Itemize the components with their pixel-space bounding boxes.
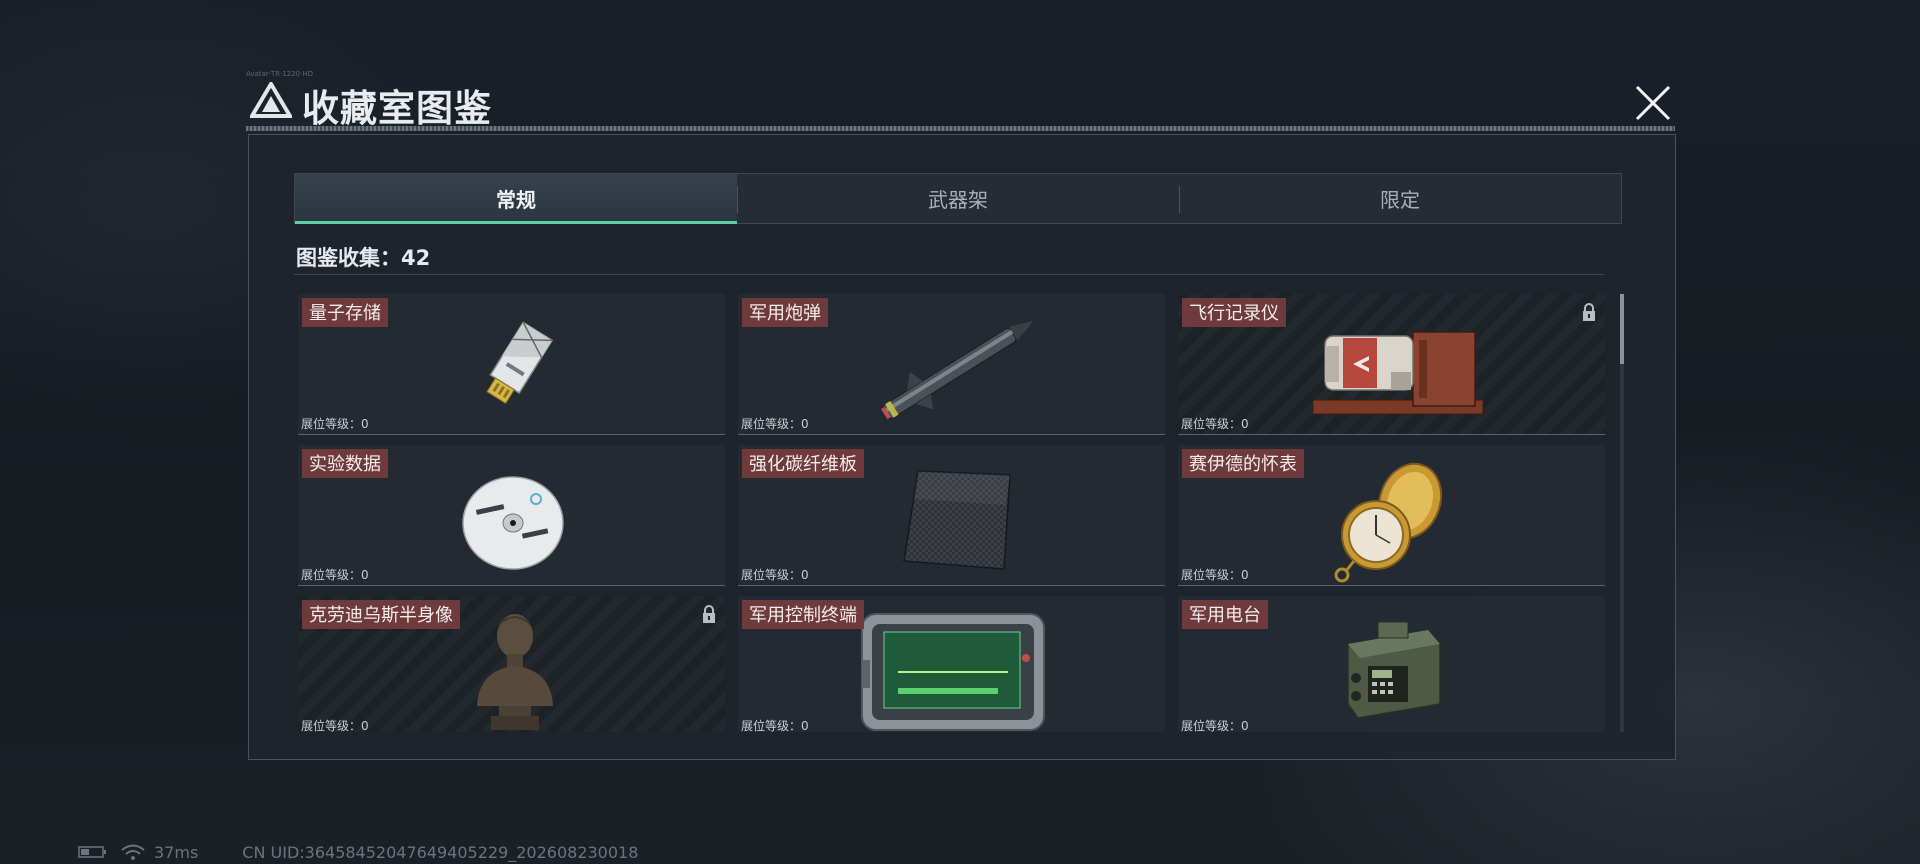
status-bar: 37ms CN UID:3645845204764940522​9_202608… <box>78 842 639 862</box>
item-card-saeed-pocket-watch[interactable]: 赛伊德的怀表 展位等级：0 <box>1178 445 1605 586</box>
item-name: 军用炮弹 <box>742 298 828 327</box>
delta-logo-icon <box>250 82 292 118</box>
tab-weapon-rack[interactable]: 武器架 <box>737 174 1179 223</box>
pocket-watch-icon <box>1334 462 1443 583</box>
close-icon <box>1635 85 1671 121</box>
ping-value: 37ms <box>154 842 199 862</box>
item-level: 展位等级：0 <box>301 568 369 582</box>
tab-regular[interactable]: 常规 <box>295 174 737 224</box>
item-card-claudius-bust[interactable]: 克劳迪乌斯半身像 展位等级：0 <box>298 596 725 732</box>
tab-regular-label: 常规 <box>496 188 536 212</box>
item-level: 展位等级：0 <box>741 568 809 582</box>
header-divider <box>246 126 1675 131</box>
item-level: 展位等级：0 <box>1181 417 1249 431</box>
tab-limited[interactable]: 限定 <box>1179 174 1621 223</box>
header-code: Avatar·TR·1220·HD <box>246 70 314 78</box>
collection-divider <box>294 274 1604 275</box>
bust-statue-icon <box>477 614 553 730</box>
item-name: 强化碳纤维板 <box>742 449 864 478</box>
item-name: 实验数据 <box>302 449 388 478</box>
military-radio-icon <box>1347 621 1441 719</box>
item-name: 量子存储 <box>302 298 388 327</box>
disc-icon <box>462 476 564 570</box>
scrollbar-thumb[interactable] <box>1620 294 1624 364</box>
carbon-plate-icon <box>903 470 1011 570</box>
page-title: 收藏室图鉴 <box>302 87 492 130</box>
item-card-military-radio[interactable]: 军用电台 展位等级：0 <box>1178 596 1605 732</box>
item-card-military-shell[interactable]: 军用炮弹 展位等级：0 <box>738 294 1165 435</box>
item-level: 展位等级：0 <box>741 417 809 431</box>
item-level: 展位等级：0 <box>301 417 369 431</box>
item-level: 展位等级：0 <box>741 719 809 732</box>
item-level: 展位等级：0 <box>1181 719 1249 732</box>
item-name: 克劳迪乌斯半身像 <box>302 600 460 629</box>
control-terminal-icon <box>861 613 1045 731</box>
item-name: 赛伊德的怀表 <box>1182 449 1304 478</box>
item-card-flight-recorder[interactable]: 飞行记录仪 展位等级：0 <box>1178 294 1605 435</box>
tab-weapon-rack-label: 武器架 <box>928 188 988 212</box>
battery-icon <box>78 846 106 858</box>
uid-text: CN UID:3645845204764940522​9_20260823001… <box>242 842 639 862</box>
wifi-icon <box>121 844 145 860</box>
item-card-experiment-data[interactable]: 实验数据 展位等级：0 <box>298 445 725 586</box>
collection-count: 图鉴收集：42 <box>296 246 431 270</box>
item-card-military-control-terminal[interactable]: 军用控制终端 展位等级：0 <box>738 596 1165 732</box>
item-name: 飞行记录仪 <box>1182 298 1286 327</box>
item-name: 军用电台 <box>1182 600 1268 629</box>
item-level: 展位等级：0 <box>1181 568 1249 582</box>
item-name: 军用控制终端 <box>742 600 864 629</box>
artillery-shell-icon <box>881 320 1034 420</box>
item-card-quantum-storage[interactable]: 量子存储 展位等级：0 <box>298 294 725 435</box>
close-button[interactable] <box>1630 80 1676 126</box>
item-grid: 量子存储 展位等级：0 军用炮弹 展位等级：0 飞行记录仪 展位等级：0 实验数… <box>298 294 1608 732</box>
tab-limited-label: 限定 <box>1380 188 1420 212</box>
header: Avatar·TR·1220·HD 收藏室图鉴 <box>246 70 1676 130</box>
tab-bar: 常规 武器架 限定 <box>294 173 1622 224</box>
item-card-carbon-fiber-plate[interactable]: 强化碳纤维板 展位等级：0 <box>738 445 1165 586</box>
usb-drive-icon <box>486 321 554 405</box>
item-level: 展位等级：0 <box>301 719 369 732</box>
lock-icon <box>1583 303 1595 321</box>
flight-recorder-icon <box>1312 331 1484 415</box>
lock-icon <box>703 605 715 623</box>
